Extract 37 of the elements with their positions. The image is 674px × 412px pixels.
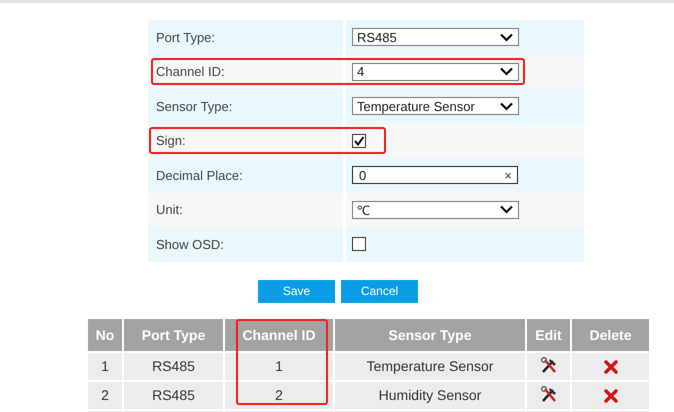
column-header: Channel ID xyxy=(225,318,333,352)
table-cell: 1 xyxy=(225,352,333,382)
column-header: Port Type xyxy=(124,318,223,352)
field-label: Sign: xyxy=(156,133,186,148)
column-header: Delete xyxy=(572,318,649,352)
checkmark-icon xyxy=(354,136,364,146)
dropdown-field[interactable]: ℃ xyxy=(352,200,519,219)
field-label: Unit: xyxy=(156,202,183,218)
delete-icon[interactable] xyxy=(604,389,618,404)
checkbox[interactable] xyxy=(352,134,366,148)
column-header: No xyxy=(88,318,122,352)
field-label: Sensor Type: xyxy=(156,98,232,114)
field-label: Channel ID: xyxy=(156,64,225,80)
hammer-wrench-icon[interactable] xyxy=(540,386,558,404)
table-cell: RS485 xyxy=(124,352,223,382)
dropdown-caret-icon xyxy=(500,32,513,42)
table-cell: RS485 xyxy=(124,382,223,410)
delete-icon[interactable] xyxy=(604,360,618,374)
dropdown-field[interactable]: Temperature Sensor xyxy=(352,97,519,116)
checkbox[interactable] xyxy=(352,237,366,252)
table-cell: Temperature Sensor xyxy=(335,352,525,382)
table-cell: 1 xyxy=(88,352,122,382)
dropdown-field[interactable]: RS485 xyxy=(352,28,519,46)
clear-icon[interactable]: × xyxy=(504,168,512,183)
input-field[interactable]: 0 × xyxy=(352,166,518,184)
dropdown-field[interactable]: 4 xyxy=(352,62,519,81)
table-cell: Humidity Sensor xyxy=(335,382,525,410)
field-label: Decimal Place: xyxy=(156,168,243,183)
hammer-wrench-icon[interactable] xyxy=(540,357,558,376)
dropdown-caret-icon xyxy=(500,102,513,111)
column-header: Sensor Type xyxy=(335,318,525,352)
table-cell: 2 xyxy=(88,382,122,410)
field-label: Port Type: xyxy=(156,30,216,45)
field-label: Show OSD: xyxy=(156,236,224,252)
column-header: Edit xyxy=(527,318,570,352)
dropdown-caret-icon xyxy=(500,205,513,214)
dropdown-caret-icon xyxy=(500,67,513,76)
